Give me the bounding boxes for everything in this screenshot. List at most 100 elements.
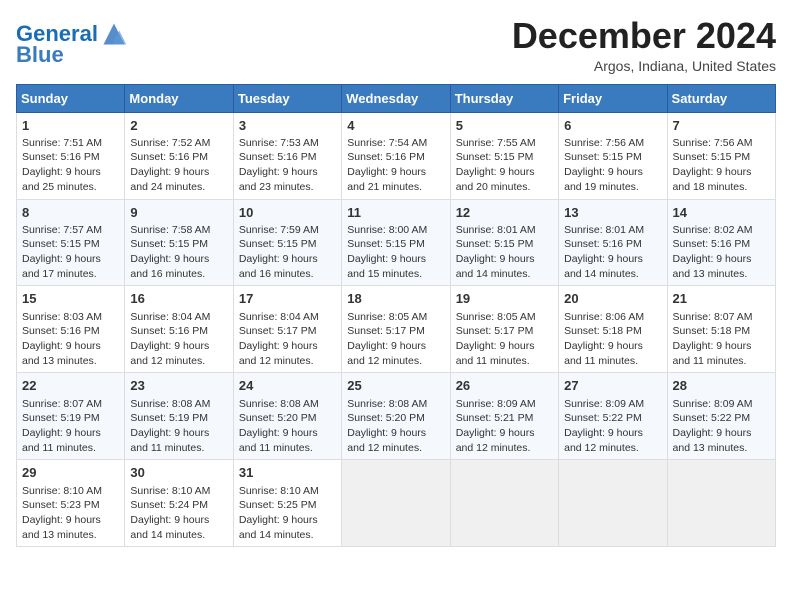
day-number: 6 xyxy=(564,117,661,135)
daylight: Daylight: 9 hours and 13 minutes. xyxy=(673,427,752,454)
daylight: Daylight: 9 hours and 14 minutes. xyxy=(456,253,535,280)
daylight: Daylight: 9 hours and 11 minutes. xyxy=(673,340,752,367)
col-sunday: Sunday xyxy=(17,84,125,112)
logo-icon xyxy=(100,20,128,48)
day-number: 18 xyxy=(347,290,444,308)
table-row: 4Sunrise: 7:54 AMSunset: 5:16 PMDaylight… xyxy=(342,112,450,199)
daylight: Daylight: 9 hours and 25 minutes. xyxy=(22,166,101,193)
sunrise: Sunrise: 8:08 AM xyxy=(130,398,210,410)
table-row: 11 Sunrise: 8:00 AM Sunset: 5:15 PM Dayligh… xyxy=(342,199,450,286)
sunrise: Sunrise: 8:08 AM xyxy=(347,398,427,410)
sunrise: Sunrise: 8:02 AM xyxy=(673,224,753,236)
sunrise: Sunrise: 8:10 AM xyxy=(239,485,319,497)
day-number: 11 xyxy=(347,204,444,222)
table-row: 7Sunrise: 7:56 AMSunset: 5:15 PMDaylight… xyxy=(667,112,775,199)
daylight: Daylight: 9 hours and 12 minutes. xyxy=(130,340,209,367)
sunset: Sunset: 5:20 PM xyxy=(239,412,317,424)
table-row: 21Sunrise: 8:07 AMSunset: 5:18 PMDayligh… xyxy=(667,286,775,373)
sunrise: Sunrise: 8:08 AM xyxy=(239,398,319,410)
sunset: Sunset: 5:20 PM xyxy=(347,412,425,424)
col-monday: Monday xyxy=(125,84,233,112)
col-saturday: Saturday xyxy=(667,84,775,112)
logo: General Blue xyxy=(16,20,128,66)
sunset: Sunset: 5:16 PM xyxy=(22,325,100,337)
col-friday: Friday xyxy=(559,84,667,112)
sunset: Sunset: 5:16 PM xyxy=(239,151,317,163)
table-row xyxy=(667,460,775,547)
daylight: Daylight: 9 hours and 19 minutes. xyxy=(564,166,643,193)
sunset: Sunset: 5:24 PM xyxy=(130,499,208,511)
col-thursday: Thursday xyxy=(450,84,558,112)
sunset: Sunset: 5:15 PM xyxy=(22,238,100,250)
table-row: 25Sunrise: 8:08 AMSunset: 5:20 PMDayligh… xyxy=(342,373,450,460)
table-row: 6Sunrise: 7:56 AMSunset: 5:15 PMDaylight… xyxy=(559,112,667,199)
table-row: 28Sunrise: 8:09 AMSunset: 5:22 PMDayligh… xyxy=(667,373,775,460)
sunset: Sunset: 5:21 PM xyxy=(456,412,534,424)
sunset: Sunset: 5:22 PM xyxy=(564,412,642,424)
table-row: 8Sunrise: 7:57 AMSunset: 5:15 PMDaylight… xyxy=(17,199,125,286)
sunrise: Sunrise: 7:54 AM xyxy=(347,137,427,149)
sunrise: Sunrise: 8:07 AM xyxy=(22,398,102,410)
day-number: 14 xyxy=(673,204,770,222)
sunrise: Sunrise: 8:00 AM xyxy=(347,224,427,236)
daylight: Daylight: 9 hours and 12 minutes. xyxy=(564,427,643,454)
day-number: 15 xyxy=(22,290,119,308)
table-row: 20Sunrise: 8:06 AMSunset: 5:18 PMDayligh… xyxy=(559,286,667,373)
daylight: Daylight: 9 hours and 11 minutes. xyxy=(239,427,318,454)
month-title: December 2024 xyxy=(512,16,776,56)
sunset: Sunset: 5:15 PM xyxy=(130,238,208,250)
sunrise: Sunrise: 7:58 AM xyxy=(130,224,210,236)
day-number: 12 xyxy=(456,204,553,222)
logo-text-blue: Blue xyxy=(16,44,64,66)
sunrise: Sunrise: 8:10 AM xyxy=(130,485,210,497)
table-row xyxy=(559,460,667,547)
sunrise: Sunrise: 8:04 AM xyxy=(130,311,210,323)
sunset: Sunset: 5:17 PM xyxy=(347,325,425,337)
sunset: Sunset: 5:16 PM xyxy=(564,238,642,250)
daylight: Daylight: 9 hours and 14 minutes. xyxy=(239,514,318,541)
daylight: Daylight: 9 hours and 15 minutes. xyxy=(347,253,426,280)
sunset: Sunset: 5:18 PM xyxy=(673,325,751,337)
sunrise: Sunrise: 8:04 AM xyxy=(239,311,319,323)
table-row: 27Sunrise: 8:09 AMSunset: 5:22 PMDayligh… xyxy=(559,373,667,460)
daylight: Daylight: 9 hours and 16 minutes. xyxy=(239,253,318,280)
day-number: 1 xyxy=(22,117,119,135)
day-number: 29 xyxy=(22,464,119,482)
sunset: Sunset: 5:16 PM xyxy=(22,151,100,163)
table-row: 29Sunrise: 8:10 AMSunset: 5:23 PMDayligh… xyxy=(17,460,125,547)
sunset: Sunset: 5:15 PM xyxy=(347,238,425,250)
calendar-header-row: Sunday Monday Tuesday Wednesday Thursday… xyxy=(17,84,776,112)
daylight: Daylight: 9 hours and 12 minutes. xyxy=(456,427,535,454)
table-row: 3Sunrise: 7:53 AMSunset: 5:16 PMDaylight… xyxy=(233,112,341,199)
sunset: Sunset: 5:25 PM xyxy=(239,499,317,511)
table-row: 1Sunrise: 7:51 AMSunset: 5:16 PMDaylight… xyxy=(17,112,125,199)
day-number: 24 xyxy=(239,377,336,395)
daylight: Daylight: 9 hours and 16 minutes. xyxy=(130,253,209,280)
table-row: 13Sunrise: 8:01 AMSunset: 5:16 PMDayligh… xyxy=(559,199,667,286)
sunrise: Sunrise: 7:57 AM xyxy=(22,224,102,236)
daylight: Daylight: 9 hours and 18 minutes. xyxy=(673,166,752,193)
table-row: 14Sunrise: 8:02 AMSunset: 5:16 PMDayligh… xyxy=(667,199,775,286)
day-number: 26 xyxy=(456,377,553,395)
daylight: Daylight: 9 hours and 12 minutes. xyxy=(347,427,426,454)
daylight: Daylight: 9 hours and 11 minutes. xyxy=(564,340,643,367)
sunrise: Sunrise: 8:01 AM xyxy=(456,224,536,236)
sunset: Sunset: 5:18 PM xyxy=(564,325,642,337)
sunset: Sunset: 5:15 PM xyxy=(239,238,317,250)
table-row xyxy=(450,460,558,547)
day-number: 27 xyxy=(564,377,661,395)
day-number: 16 xyxy=(130,290,227,308)
sunrise: Sunrise: 7:56 AM xyxy=(673,137,753,149)
sunrise: Sunrise: 8:05 AM xyxy=(347,311,427,323)
sunrise: Sunrise: 8:09 AM xyxy=(673,398,753,410)
day-number: 13 xyxy=(564,204,661,222)
sunset: Sunset: 5:17 PM xyxy=(456,325,534,337)
table-row: 19Sunrise: 8:05 AMSunset: 5:17 PMDayligh… xyxy=(450,286,558,373)
table-row: 26Sunrise: 8:09 AMSunset: 5:21 PMDayligh… xyxy=(450,373,558,460)
table-row: 17Sunrise: 8:04 AMSunset: 5:17 PMDayligh… xyxy=(233,286,341,373)
title-section: December 2024 Argos, Indiana, United Sta… xyxy=(512,16,776,74)
sunset: Sunset: 5:19 PM xyxy=(22,412,100,424)
sunset: Sunset: 5:16 PM xyxy=(130,151,208,163)
sunset: Sunset: 5:23 PM xyxy=(22,499,100,511)
day-number: 10 xyxy=(239,204,336,222)
